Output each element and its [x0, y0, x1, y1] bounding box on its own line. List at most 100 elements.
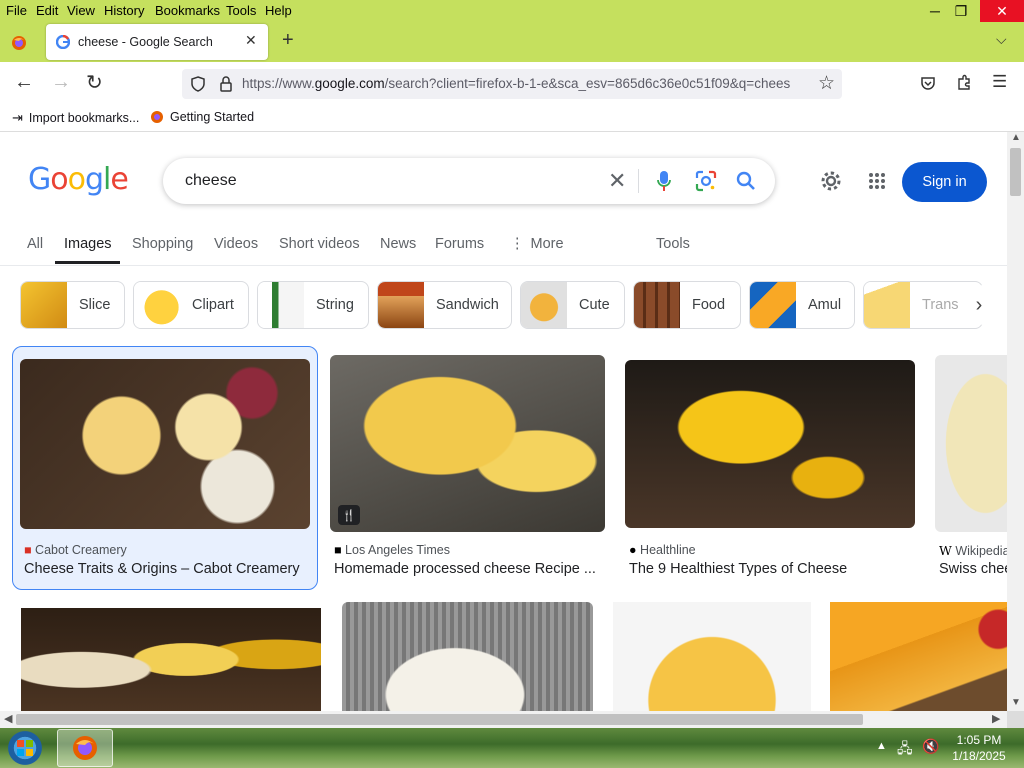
chip-amul[interactable]: Amul [749, 281, 855, 329]
result-title-1[interactable]: Cheese Traits & Origins – Cabot Creamery [24, 561, 310, 577]
result-source-3-label: Healthline [640, 543, 696, 557]
result-image-1[interactable] [20, 359, 310, 529]
chip-food-label: Food [692, 297, 726, 313]
tab-title: cheese - Google Search [78, 35, 213, 49]
clock[interactable]: 1:05 PM 1/18/2025 [950, 732, 1008, 764]
tab-videos[interactable]: Videos [214, 236, 258, 252]
result-image-5[interactable] [21, 608, 321, 711]
more-vert-icon: ⋮ [510, 236, 525, 252]
tab-short-videos[interactable]: Short videos [279, 236, 360, 252]
search-divider [638, 169, 639, 193]
start-button[interactable] [4, 730, 46, 766]
scroll-up-icon[interactable]: ▲ [1011, 132, 1021, 143]
taskbar-firefox-button[interactable] [57, 729, 113, 767]
horizontal-scroll-thumb[interactable] [16, 714, 863, 725]
google-logo[interactable]: Google [28, 162, 129, 197]
volume-muted-icon[interactable]: 🔇 [922, 738, 939, 755]
firefox-bookmark-icon [151, 111, 163, 123]
menu-help[interactable]: Help [265, 3, 292, 18]
new-tab-button[interactable]: + [282, 29, 294, 52]
result-image-4[interactable] [935, 355, 1007, 532]
extensions-icon[interactable] [956, 74, 973, 91]
chip-slice[interactable]: Slice [20, 281, 125, 329]
app-menu-icon[interactable]: ☰ [992, 72, 1007, 92]
url-bar[interactable]: https://www.google.com/search?client=fir… [182, 69, 842, 99]
result-image-8[interactable] [830, 602, 1007, 711]
import-bookmarks-item[interactable]: ⇥ Import bookmarks... [12, 110, 139, 126]
tab-shopping[interactable]: Shopping [132, 236, 193, 252]
tab-all[interactable]: All [27, 236, 43, 252]
tab-news[interactable]: News [380, 236, 416, 252]
tab-more[interactable]: ⋮ More [510, 236, 564, 252]
clear-search-icon[interactable]: ✕ [608, 168, 626, 194]
show-hidden-icons[interactable]: ▲ [876, 740, 887, 752]
result-image-6[interactable] [342, 602, 593, 711]
search-icon[interactable] [736, 171, 756, 191]
lock-icon [220, 76, 232, 92]
result-source-3: ● Healthline [629, 543, 696, 557]
result-image-7[interactable] [613, 602, 811, 711]
bookmark-star-icon[interactable]: ☆ [818, 72, 835, 95]
menu-history[interactable]: History [104, 3, 144, 18]
restore-button[interactable]: ❐ [944, 0, 978, 22]
network-icon[interactable]: 🖧 [897, 738, 913, 762]
url-domain: google.com [314, 76, 385, 91]
chip-food-thumb [634, 282, 680, 328]
close-window-button[interactable]: ✕ [980, 0, 1024, 22]
scroll-right-icon[interactable]: ▶ [992, 712, 1000, 725]
url-text: https://www.google.com/search?client=fir… [242, 76, 809, 91]
menu-view[interactable]: View [67, 3, 95, 18]
active-tab[interactable]: cheese - Google Search ✕ [46, 24, 268, 60]
chip-clipart-thumb [134, 282, 180, 328]
reload-icon[interactable]: ↻ [86, 70, 103, 95]
tab-close-icon[interactable]: ✕ [245, 32, 257, 49]
chip-sandwich[interactable]: Sandwich [377, 281, 512, 329]
lens-search-icon[interactable] [695, 170, 717, 192]
result-image-2[interactable] [330, 355, 605, 532]
result-title-4[interactable]: Swiss chee [939, 561, 1007, 577]
recipe-badge-icon: 🍴 [338, 505, 360, 525]
back-icon[interactable]: ← [14, 71, 34, 94]
chip-cute[interactable]: Cute [520, 281, 625, 329]
chip-amul-label: Amul [808, 297, 842, 313]
sign-in-button[interactable]: Sign in [902, 162, 987, 202]
tab-images[interactable]: Images [64, 236, 112, 252]
result-title-2[interactable]: Homemade processed cheese Recipe ... [334, 561, 604, 577]
chip-food[interactable]: Food [633, 281, 741, 329]
url-prefix: https://www. [242, 76, 315, 91]
settings-gear-icon[interactable] [820, 170, 842, 192]
menu-tools[interactable]: Tools [226, 3, 256, 18]
chip-string[interactable]: String [257, 281, 369, 329]
pocket-icon[interactable] [920, 75, 936, 91]
scroll-left-icon[interactable]: ◀ [4, 712, 12, 725]
import-bookmarks-label: Import bookmarks... [28, 111, 140, 125]
menu-edit[interactable]: Edit [36, 3, 58, 18]
scroll-down-icon[interactable]: ▼ [1011, 697, 1021, 708]
chip-amul-thumb [750, 282, 796, 328]
tab-forums[interactable]: Forums [435, 236, 484, 252]
list-all-tabs-icon[interactable]: ⌵ [996, 31, 1007, 48]
tools-button[interactable]: Tools [656, 236, 690, 252]
import-icon: ⇥ [12, 110, 23, 125]
google-apps-icon[interactable] [868, 172, 886, 190]
voice-search-icon[interactable] [657, 170, 671, 192]
vertical-scrollbar[interactable]: ▲ ▼ [1007, 132, 1024, 711]
search-input[interactable]: cheese [185, 172, 237, 190]
clock-time: 1:05 PM [956, 733, 1002, 747]
result-source-1: ■ Cabot Creamery [24, 543, 127, 557]
menu-bookmarks[interactable]: Bookmarks [155, 3, 220, 18]
vertical-scroll-thumb[interactable] [1010, 148, 1021, 196]
chips-next-button[interactable]: › [959, 285, 999, 325]
getting-started-item[interactable]: Getting Started [150, 110, 254, 124]
horizontal-scrollbar[interactable]: ◀ ▶ [0, 711, 1007, 728]
menu-file[interactable]: File [6, 3, 27, 18]
firefox-icon [12, 36, 26, 50]
result-title-3[interactable]: The 9 Healthiest Types of Cheese [629, 561, 915, 577]
result-source-4: W Wikipedia [939, 543, 1007, 558]
chip-clipart[interactable]: Clipart [133, 281, 249, 329]
firefox-view-button[interactable] [10, 34, 28, 52]
result-image-3[interactable] [625, 360, 915, 528]
search-box[interactable]: cheese ✕ [163, 158, 775, 204]
forward-icon[interactable]: → [51, 71, 71, 94]
result-source-2: ■ Los Angeles Times [334, 543, 450, 557]
